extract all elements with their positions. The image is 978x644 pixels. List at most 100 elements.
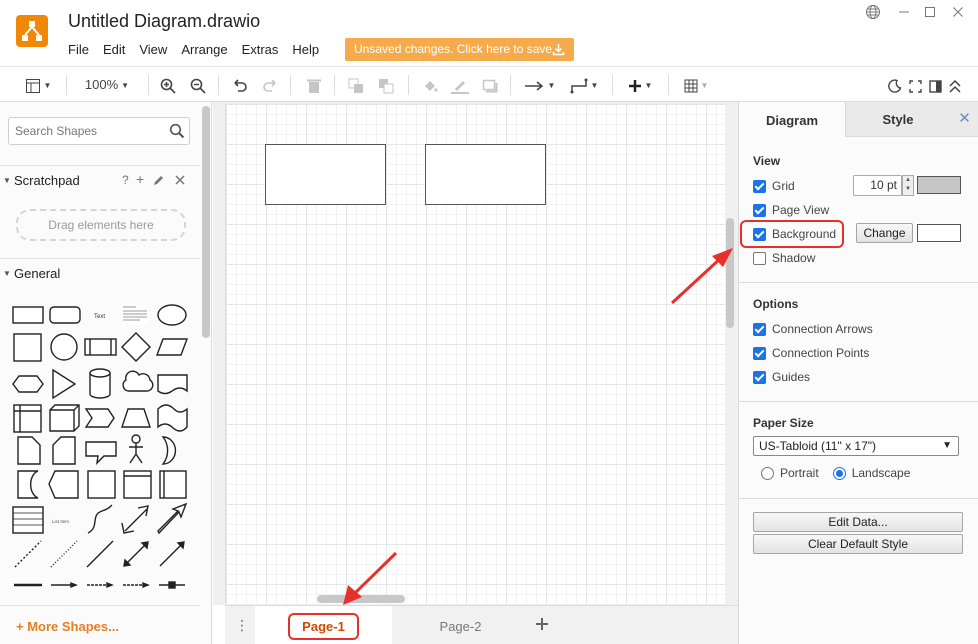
shape-actor[interactable]: [129, 434, 143, 464]
shape-list-item[interactable]: List Item: [52, 519, 69, 524]
insert-dropdown[interactable]: ▼: [622, 75, 658, 95]
shape-rectangle[interactable]: [12, 306, 44, 324]
undo-button[interactable]: [230, 75, 250, 95]
shape-parallelogram[interactable]: [155, 338, 189, 356]
sidebar-scrollbar[interactable]: [202, 106, 210, 338]
rectangle-shape[interactable]: [265, 144, 386, 205]
waypoints-dropdown[interactable]: ▼: [566, 75, 602, 95]
menu-edit[interactable]: Edit: [103, 42, 125, 57]
guides-checkbox[interactable]: [753, 370, 766, 384]
close-panel-icon[interactable]: ✕: [950, 102, 978, 137]
zoom-out-button[interactable]: [188, 75, 208, 95]
shape-dashed-connector[interactable]: [87, 581, 114, 589]
connection-style-dropdown[interactable]: ▼: [522, 75, 558, 95]
pages-menu-icon[interactable]: ⋮: [235, 617, 249, 634]
shape-or[interactable]: [161, 436, 177, 465]
menu-arrange[interactable]: Arrange: [181, 42, 227, 57]
shape-dashed-line[interactable]: [14, 540, 42, 568]
horizontal-scrollbar[interactable]: [317, 595, 405, 603]
shape-cloud[interactable]: [122, 370, 154, 392]
shape-off-page[interactable]: [48, 470, 79, 499]
shape-cylinder[interactable]: [89, 368, 111, 399]
dark-mode-button[interactable]: [886, 75, 904, 95]
shadow-checkbox[interactable]: [753, 251, 766, 265]
scratchpad-header[interactable]: ▼ Scratchpad ? +: [0, 165, 200, 193]
shape-text[interactable]: Text: [94, 314, 105, 320]
shape-note[interactable]: [17, 436, 41, 465]
format-panel-toggle[interactable]: ▼: [20, 75, 56, 95]
page-grid[interactable]: [225, 104, 725, 604]
shape-hexagon[interactable]: [12, 375, 44, 393]
edit-icon[interactable]: [153, 174, 165, 186]
shape-data-storage[interactable]: [17, 470, 39, 499]
shape-diamond[interactable]: [121, 332, 151, 362]
portrait-radio[interactable]: [761, 466, 774, 480]
shape-trapezoid[interactable]: [121, 408, 151, 428]
zoom-dropdown[interactable]: 100% ▼: [78, 75, 136, 95]
collapse-toolbar-button[interactable]: [946, 75, 964, 95]
to-front-button[interactable]: [346, 75, 366, 95]
landscape-radio[interactable]: [832, 466, 846, 480]
background-change-button[interactable]: Change: [856, 223, 913, 243]
shape-card[interactable]: [52, 436, 76, 465]
shape-callout[interactable]: [85, 441, 117, 465]
clear-default-style-button[interactable]: Clear Default Style: [753, 534, 963, 554]
search-icon[interactable]: [169, 123, 185, 139]
grid-size-input[interactable]: 10 pt: [853, 175, 902, 196]
grid-checkbox[interactable]: [753, 179, 766, 193]
shape-circle[interactable]: [50, 333, 78, 361]
shape-dotted-line[interactable]: [50, 540, 78, 568]
to-back-button[interactable]: [376, 75, 396, 95]
fullscreen-button[interactable]: [906, 75, 924, 95]
menu-view[interactable]: View: [139, 42, 167, 57]
help-icon[interactable]: ?: [122, 173, 129, 187]
document-title[interactable]: Untitled Diagram.drawio: [68, 11, 260, 32]
fill-color-button[interactable]: [420, 75, 440, 95]
edit-data-button[interactable]: Edit Data...: [753, 512, 963, 532]
unsaved-changes-button[interactable]: Unsaved changes. Click here to save.: [345, 38, 574, 61]
shape-swimlane[interactable]: [159, 470, 187, 499]
diagram-canvas[interactable]: [213, 102, 738, 605]
connection-arrows-checkbox[interactable]: [753, 322, 766, 336]
line-color-button[interactable]: [450, 75, 470, 95]
shape-triangle[interactable]: [52, 368, 77, 400]
shape-bidirectional-connector[interactable]: [123, 541, 149, 567]
shape-arrow[interactable]: [157, 502, 188, 535]
paper-size-select[interactable]: US-Tabloid (11" x 17") ▼: [753, 436, 959, 456]
delete-button[interactable]: [304, 75, 324, 95]
close-window-icon[interactable]: [948, 4, 968, 22]
tab-style[interactable]: Style: [846, 102, 950, 137]
shadow-button[interactable]: [480, 75, 500, 95]
shape-rounded-rectangle[interactable]: [49, 306, 81, 324]
shape-square[interactable]: [13, 333, 42, 362]
shape-directional-connector[interactable]: [159, 541, 185, 567]
shape-internal-storage[interactable]: [13, 404, 42, 433]
toggle-format-button[interactable]: [926, 75, 944, 95]
minimize-icon[interactable]: [894, 4, 914, 22]
grid-color-swatch[interactable]: [917, 176, 961, 194]
shape-process[interactable]: [84, 338, 117, 356]
table-dropdown[interactable]: ▼: [678, 75, 714, 95]
add-page-icon[interactable]: [535, 615, 549, 636]
shape-textbox[interactable]: [122, 305, 148, 325]
shape-step[interactable]: [84, 408, 115, 428]
close-icon[interactable]: [175, 175, 185, 185]
shape-connector-2[interactable]: [123, 581, 150, 589]
shape-ellipse[interactable]: [157, 304, 187, 326]
connection-points-checkbox[interactable]: [753, 346, 766, 360]
page-view-checkbox[interactable]: [753, 203, 766, 217]
page-tab-1[interactable]: Page-1: [255, 606, 392, 644]
tab-diagram[interactable]: Diagram: [739, 102, 846, 137]
shape-document[interactable]: [157, 374, 188, 395]
more-shapes-button[interactable]: + More Shapes...: [16, 619, 119, 634]
shape-connector-label[interactable]: [159, 581, 185, 589]
general-header[interactable]: ▼ General: [0, 258, 200, 286]
zoom-in-button[interactable]: [158, 75, 178, 95]
grid-size-stepper[interactable]: ▲ ▼: [902, 175, 914, 196]
menu-file[interactable]: File: [68, 42, 89, 57]
page-tab-2[interactable]: Page-2: [392, 606, 529, 644]
shape-square-2[interactable]: [87, 470, 116, 499]
shape-tape[interactable]: [157, 404, 188, 432]
search-shapes-input[interactable]: [15, 118, 165, 144]
maximize-icon[interactable]: [920, 4, 940, 22]
